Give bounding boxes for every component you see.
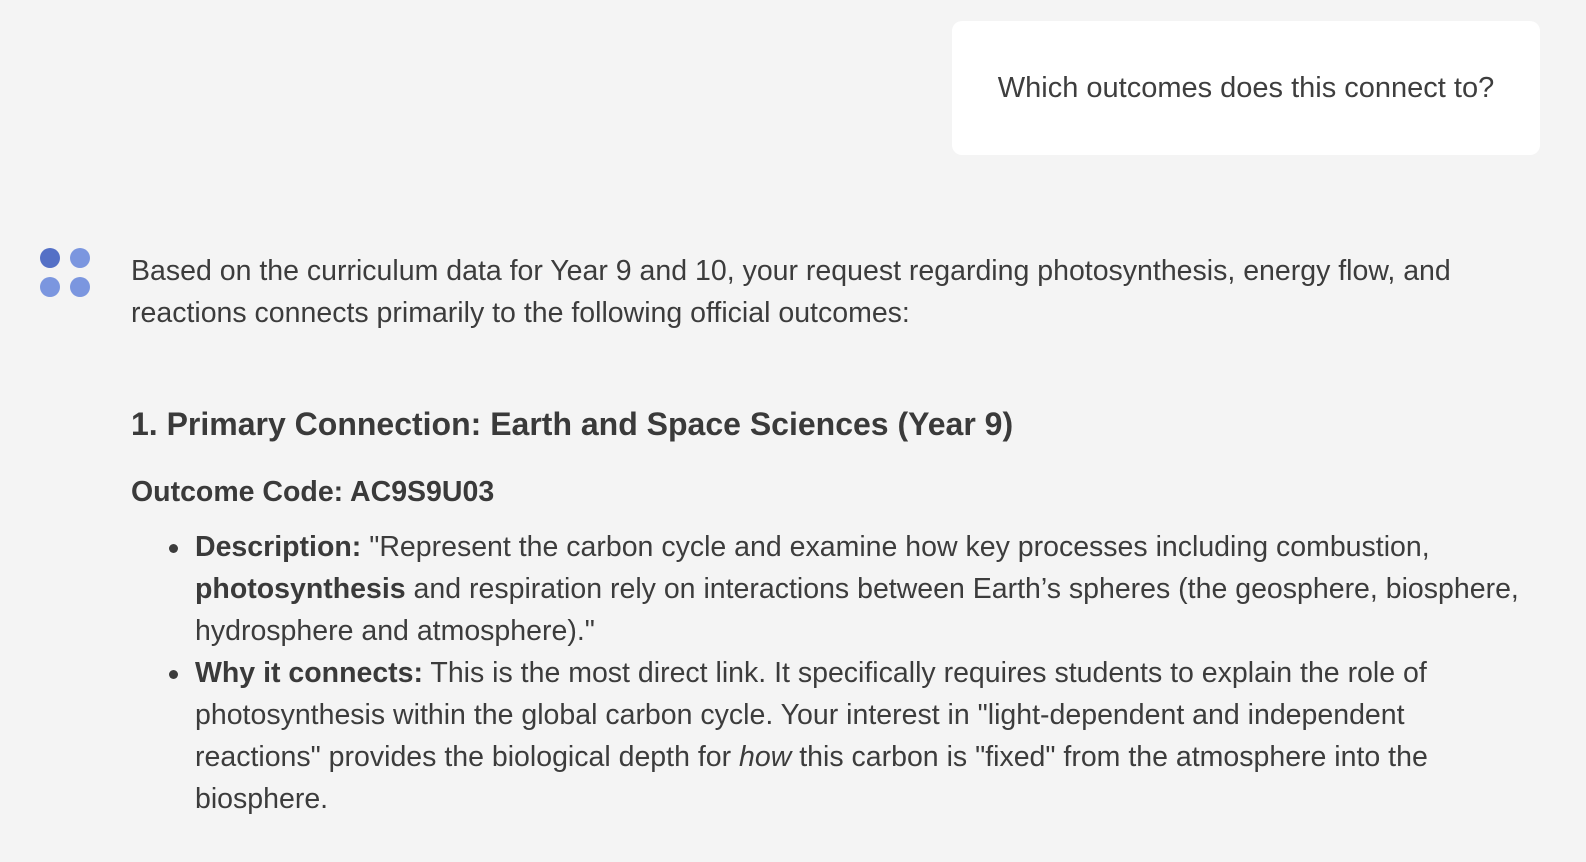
bullet-bold-term: photosynthesis	[195, 573, 406, 605]
avatar-dot	[40, 248, 60, 268]
bullet-description: Description: "Represent the carbon cycle…	[169, 526, 1531, 652]
bullet-label: Why it connects:	[195, 657, 424, 689]
user-message-text: Which outcomes does this connect to?	[997, 71, 1495, 104]
bullet-dot-icon	[169, 670, 178, 679]
outcome-code: Outcome Code: AC9S9U03	[131, 476, 495, 508]
bullet-why-it-connects: Why it connects: This is the most direct…	[169, 652, 1531, 820]
bullet-dot-icon	[169, 544, 178, 553]
assistant-response: Based on the curriculum data for Year 9 …	[131, 250, 1531, 820]
four-dot-logo-icon	[40, 248, 92, 300]
avatar-dot	[40, 277, 60, 297]
avatar-dot	[70, 277, 90, 297]
outcome-bullet-list: Description: "Represent the carbon cycle…	[131, 526, 1531, 820]
section-title: 1. Primary Connection: Earth and Space S…	[131, 406, 1014, 442]
user-message-bubble: Which outcomes does this connect to?	[952, 21, 1540, 155]
bullet-text: "Represent the carbon cycle and examine …	[361, 531, 1430, 563]
avatar-dot	[70, 248, 90, 268]
bullet-label: Description:	[195, 531, 362, 563]
response-intro: Based on the curriculum data for Year 9 …	[131, 255, 1451, 329]
bullet-italic-term: how	[739, 741, 792, 773]
